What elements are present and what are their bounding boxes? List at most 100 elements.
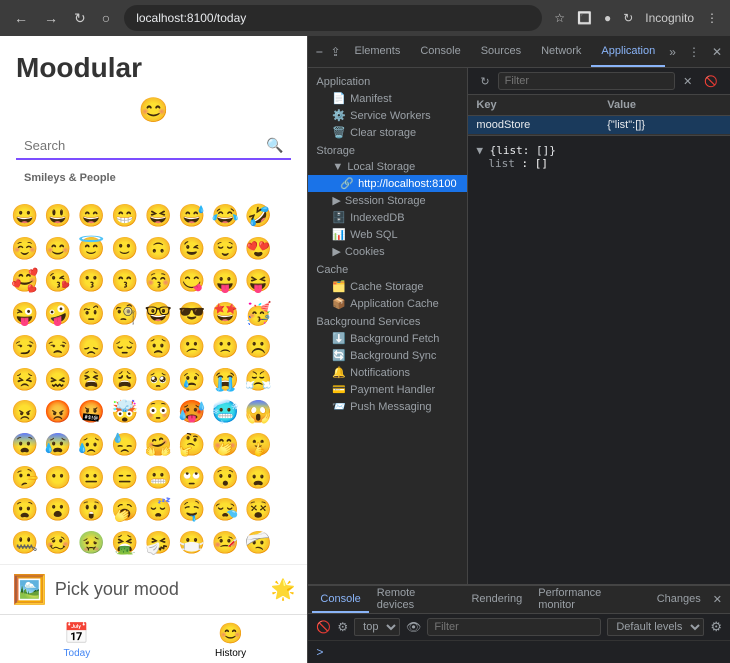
devtools-dock-button[interactable]: ⎯ bbox=[312, 42, 326, 61]
emoji-item[interactable]: 🤧 bbox=[142, 527, 175, 560]
console-tab-remote[interactable]: Remote devices bbox=[369, 586, 464, 613]
emoji-item[interactable]: 😉 bbox=[175, 233, 208, 266]
emoji-item[interactable]: 😚 bbox=[142, 265, 175, 298]
emoji-item[interactable]: 🤪 bbox=[41, 298, 74, 331]
emoji-item[interactable]: 😧 bbox=[8, 494, 41, 527]
emoji-item[interactable]: 😨 bbox=[8, 429, 41, 462]
reload-button[interactable]: ↻ bbox=[68, 6, 92, 31]
emoji-item[interactable]: 🤩 bbox=[208, 298, 241, 331]
emoji-item[interactable]: ☺️ bbox=[8, 233, 41, 266]
emoji-item[interactable]: 😮 bbox=[41, 494, 74, 527]
refresh-filter-button[interactable]: ↻ bbox=[476, 73, 493, 90]
sidebar-local-storage[interactable]: ▼ Local Storage bbox=[308, 159, 467, 175]
devtools-pointer-button[interactable]: ⇪ bbox=[326, 43, 344, 61]
emoji-item[interactable]: 😤 bbox=[242, 364, 275, 397]
console-filter-input[interactable] bbox=[427, 618, 601, 636]
emoji-item[interactable]: 😡 bbox=[41, 396, 74, 429]
back-button[interactable]: ← bbox=[8, 6, 34, 31]
sidebar-notifications[interactable]: 🔔 Notifications bbox=[308, 364, 467, 381]
emoji-item[interactable]: 🙄 bbox=[175, 462, 208, 495]
emoji-item[interactable]: 😑 bbox=[108, 462, 141, 495]
emoji-item[interactable]: 🤒 bbox=[208, 527, 241, 560]
emoji-item[interactable]: 😖 bbox=[41, 364, 74, 397]
emoji-item[interactable]: 😴 bbox=[142, 494, 175, 527]
emoji-item[interactable]: 😆 bbox=[142, 200, 175, 233]
emoji-item[interactable]: 🤥 bbox=[8, 462, 41, 495]
emoji-item[interactable]: 🤭 bbox=[208, 429, 241, 462]
search-input[interactable] bbox=[24, 138, 266, 153]
emoji-item[interactable]: 😭 bbox=[208, 364, 241, 397]
emoji-item[interactable]: 😵 bbox=[242, 494, 275, 527]
profile-button[interactable]: ● bbox=[600, 7, 615, 29]
more-tabs-button[interactable]: » bbox=[665, 43, 680, 61]
sidebar-payment-handler[interactable]: 💳 Payment Handler bbox=[308, 381, 467, 398]
emoji-item[interactable]: 😣 bbox=[8, 364, 41, 397]
emoji-item[interactable]: 😦 bbox=[242, 462, 275, 495]
sidebar-localhost[interactable]: 🔗 http://localhost:8100 bbox=[308, 175, 467, 192]
console-tab-rendering[interactable]: Rendering bbox=[463, 586, 530, 613]
emoji-item[interactable]: 😓 bbox=[108, 429, 141, 462]
emoji-item[interactable]: 😟 bbox=[142, 331, 175, 364]
emoji-item[interactable]: 😘 bbox=[41, 265, 74, 298]
emoji-item[interactable]: 😪 bbox=[208, 494, 241, 527]
emoji-item[interactable]: 🥵 bbox=[175, 396, 208, 429]
emoji-item[interactable]: 🥰 bbox=[8, 265, 41, 298]
emoji-item[interactable]: 😠 bbox=[8, 396, 41, 429]
emoji-item[interactable]: 😶 bbox=[41, 462, 74, 495]
sidebar-application-cache[interactable]: 📦 Application Cache bbox=[308, 295, 467, 312]
close-console-button[interactable]: ✕ bbox=[709, 591, 726, 608]
emoji-item[interactable]: 😥 bbox=[75, 429, 108, 462]
emoji-item[interactable]: 🤣 bbox=[242, 200, 275, 233]
console-gear-button[interactable]: ⚙ bbox=[710, 619, 722, 635]
sidebar-bg-fetch[interactable]: ⬇️ Background Fetch bbox=[308, 330, 467, 347]
emoji-item[interactable]: 🥳 bbox=[242, 298, 275, 331]
emoji-item[interactable]: 😍 bbox=[242, 233, 275, 266]
emoji-item[interactable]: 🤯 bbox=[108, 396, 141, 429]
emoji-item[interactable]: 😫 bbox=[75, 364, 108, 397]
emoji-item[interactable]: 😞 bbox=[75, 331, 108, 364]
tab-today[interactable]: 📅 Today bbox=[0, 621, 154, 659]
emoji-item[interactable]: 😙 bbox=[108, 265, 141, 298]
devtools-close-button[interactable]: ✕ bbox=[708, 43, 726, 61]
emoji-item[interactable]: 😊 bbox=[41, 233, 74, 266]
emoji-item[interactable]: 😗 bbox=[75, 265, 108, 298]
sidebar-cookies[interactable]: ▶ Cookies bbox=[308, 243, 467, 260]
sidebar-cache-storage[interactable]: 🗂️ Cache Storage bbox=[308, 278, 467, 295]
context-select[interactable]: top bbox=[354, 618, 400, 636]
address-bar[interactable] bbox=[124, 5, 542, 31]
emoji-item[interactable]: 😜 bbox=[8, 298, 41, 331]
emoji-item[interactable]: 😌 bbox=[208, 233, 241, 266]
emoji-item[interactable]: 🥴 bbox=[41, 527, 74, 560]
sidebar-manifest[interactable]: 📄 Manifest bbox=[308, 90, 467, 107]
forward-button[interactable]: → bbox=[38, 6, 64, 31]
sidebar-clear-storage[interactable]: 🗑️ Clear storage bbox=[308, 124, 467, 141]
log-levels-select[interactable]: Default levels bbox=[607, 618, 704, 636]
emoji-item[interactable]: 🤔 bbox=[175, 429, 208, 462]
clear-console-button[interactable]: 🚫 bbox=[316, 620, 331, 634]
emoji-item[interactable]: 🤨 bbox=[75, 298, 108, 331]
emoji-item[interactable]: 😁 bbox=[108, 200, 141, 233]
emoji-item[interactable]: 🙂 bbox=[108, 233, 141, 266]
emoji-item[interactable]: 😔 bbox=[108, 331, 141, 364]
emoji-item[interactable]: 😒 bbox=[41, 331, 74, 364]
devtools-settings-button[interactable]: ⋮ bbox=[684, 43, 704, 61]
sidebar-push-messaging[interactable]: 📨 Push Messaging bbox=[308, 398, 467, 415]
emoji-grid[interactable]: 😀😃😄😁😆😅😂🤣☺️😊😇🙂🙃😉😌😍🥰😘😗😙😚😋😛😝😜🤪🤨🧐🤓😎🤩🥳😏😒😞😔😟😕🙁… bbox=[0, 196, 307, 564]
console-settings-toggle[interactable]: ⚙ bbox=[337, 620, 348, 634]
console-tab-perf[interactable]: Performance monitor bbox=[530, 586, 648, 613]
emoji-item[interactable]: 🤕 bbox=[242, 527, 275, 560]
emoji-item[interactable]: 😛 bbox=[208, 265, 241, 298]
console-tab-changes[interactable]: Changes bbox=[649, 586, 709, 613]
emoji-item[interactable]: 😇 bbox=[75, 233, 108, 266]
emoji-item[interactable]: 🧐 bbox=[108, 298, 141, 331]
sidebar-session-storage[interactable]: ▶ Session Storage bbox=[308, 192, 467, 209]
console-tab-console[interactable]: Console bbox=[312, 586, 368, 613]
clear-filter-button[interactable]: ✕ bbox=[679, 73, 696, 90]
menu-button[interactable]: ⋮ bbox=[702, 7, 722, 29]
emoji-item[interactable]: 😋 bbox=[175, 265, 208, 298]
emoji-item[interactable]: 😐 bbox=[75, 462, 108, 495]
extension-button[interactable]: 🔳 bbox=[573, 7, 596, 29]
emoji-item[interactable]: 🤢 bbox=[75, 527, 108, 560]
expand-json-button[interactable]: ▼ bbox=[476, 144, 483, 157]
bookmark-button[interactable]: ☆ bbox=[550, 7, 569, 29]
